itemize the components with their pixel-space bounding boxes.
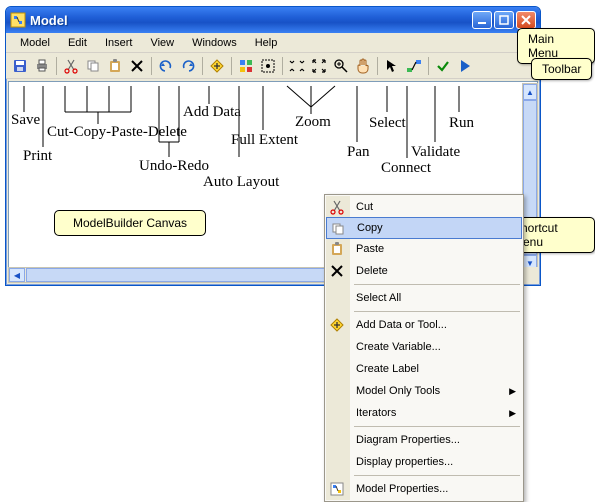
paste-icon — [328, 240, 346, 258]
menu-item-label: Delete — [356, 265, 388, 277]
label-print: Print — [23, 148, 52, 165]
full-extent-button[interactable] — [258, 56, 278, 76]
print-button[interactable] — [32, 56, 52, 76]
menu-item-paste[interactable]: Paste — [326, 238, 522, 260]
label-run: Run — [449, 115, 474, 132]
app-icon — [10, 12, 26, 28]
label-save: Save — [11, 112, 40, 129]
menu-separator — [354, 284, 520, 285]
zoom-out-area-button[interactable] — [309, 56, 329, 76]
pan-button[interactable] — [353, 56, 373, 76]
menu-view[interactable]: View — [142, 35, 182, 51]
label-zoom: Zoom — [295, 114, 331, 131]
separator — [282, 57, 283, 75]
separator — [202, 57, 203, 75]
menu-item-display-properties[interactable]: Display properties... — [326, 451, 522, 473]
menu-item-label: Model Only Tools — [356, 385, 440, 397]
label-undoredo: Undo-Redo — [139, 158, 209, 175]
menu-item-label: Diagram Properties... — [356, 434, 460, 446]
menu-item-create-variable[interactable]: Create Variable... — [326, 336, 522, 358]
label-fullextent: Full Extent — [231, 132, 298, 149]
close-button[interactable] — [516, 11, 536, 29]
menu-item-create-label[interactable]: Create Label — [326, 358, 522, 380]
separator — [428, 57, 429, 75]
scroll-left-icon[interactable]: ◀ — [9, 268, 25, 282]
scroll-up-icon[interactable]: ▲ — [523, 84, 537, 100]
toolbar — [6, 53, 540, 79]
menu-item-iterators[interactable]: Iterators ▶ — [326, 402, 522, 424]
label-validate: Validate — [411, 144, 460, 161]
menu-item-label: Copy — [357, 222, 383, 234]
label-autolayout: Auto Layout — [203, 174, 279, 191]
label-adddata: Add Data — [183, 104, 241, 121]
label-ccpd: Cut-Copy-Paste-Delete — [47, 124, 187, 141]
connect-button[interactable] — [404, 56, 424, 76]
menu-insert[interactable]: Insert — [97, 35, 141, 51]
save-button[interactable] — [10, 56, 30, 76]
window-title: Model — [30, 13, 472, 28]
add-data-button[interactable] — [207, 56, 227, 76]
paste-button[interactable] — [105, 56, 125, 76]
menu-item-label: Iterators — [356, 407, 396, 419]
menu-separator — [354, 426, 520, 427]
copy-button[interactable] — [83, 56, 103, 76]
menu-item-label: Select All — [356, 292, 401, 304]
titlebar[interactable]: Model — [6, 7, 540, 33]
menu-item-label: Create Variable... — [356, 341, 441, 353]
menu-item-select-all[interactable]: Select All — [326, 287, 522, 309]
label-select: Select — [369, 115, 406, 132]
menu-item-add-data-or-tool[interactable]: Add Data or Tool... — [326, 314, 522, 336]
copy-icon — [329, 220, 347, 238]
zoom-in-area-button[interactable] — [287, 56, 307, 76]
separator — [151, 57, 152, 75]
menu-item-label: Cut — [356, 201, 373, 213]
resize-corner[interactable] — [522, 267, 538, 283]
menu-item-label: Display properties... — [356, 456, 453, 468]
delete-button[interactable] — [127, 56, 147, 76]
menu-model[interactable]: Model — [12, 35, 58, 51]
delete-icon — [328, 262, 346, 280]
add-data-icon — [328, 316, 346, 334]
separator — [56, 57, 57, 75]
minimize-button[interactable] — [472, 11, 492, 29]
menu-item-cut[interactable]: Cut — [326, 196, 522, 218]
select-button[interactable] — [382, 56, 402, 76]
zoom-in-button[interactable] — [331, 56, 351, 76]
auto-layout-button[interactable] — [236, 56, 256, 76]
model-properties-icon — [328, 480, 346, 498]
run-button[interactable] — [455, 56, 475, 76]
menu-item-label: Create Label — [356, 363, 419, 375]
validate-button[interactable] — [433, 56, 453, 76]
submenu-arrow-icon: ▶ — [509, 386, 516, 397]
submenu-arrow-icon: ▶ — [509, 408, 516, 419]
canvas-callout: ModelBuilder Canvas — [54, 210, 206, 236]
cut-button[interactable] — [61, 56, 81, 76]
shortcut-menu: Cut Copy Paste Delete Select All Add Data or … — [324, 194, 524, 502]
undo-button[interactable] — [156, 56, 176, 76]
cut-icon — [328, 198, 346, 216]
menu-item-label: Add Data or Tool... — [356, 319, 447, 331]
menu-item-diagram-properties[interactable]: Diagram Properties... — [326, 429, 522, 451]
menu-item-copy[interactable]: Copy — [326, 217, 522, 239]
label-pan: Pan — [347, 144, 370, 161]
menu-edit[interactable]: Edit — [60, 35, 95, 51]
menu-item-label: Model Properties... — [356, 483, 448, 495]
label-connect: Connect — [381, 160, 431, 177]
separator — [231, 57, 232, 75]
toolbar-callout: Toolbar — [531, 58, 592, 80]
menu-item-label: Paste — [356, 243, 384, 255]
separator — [377, 57, 378, 75]
menu-item-delete[interactable]: Delete — [326, 260, 522, 282]
menu-separator — [354, 311, 520, 312]
maximize-button[interactable] — [494, 11, 514, 29]
menu-item-model-properties[interactable]: Model Properties... — [326, 478, 522, 500]
menu-item-model-only-tools[interactable]: Model Only Tools ▶ — [326, 380, 522, 402]
menu-help[interactable]: Help — [247, 35, 286, 51]
redo-button[interactable] — [178, 56, 198, 76]
menu-windows[interactable]: Windows — [184, 35, 245, 51]
menu-bar: Model Edit Insert View Windows Help — [6, 33, 540, 53]
menu-separator — [354, 475, 520, 476]
